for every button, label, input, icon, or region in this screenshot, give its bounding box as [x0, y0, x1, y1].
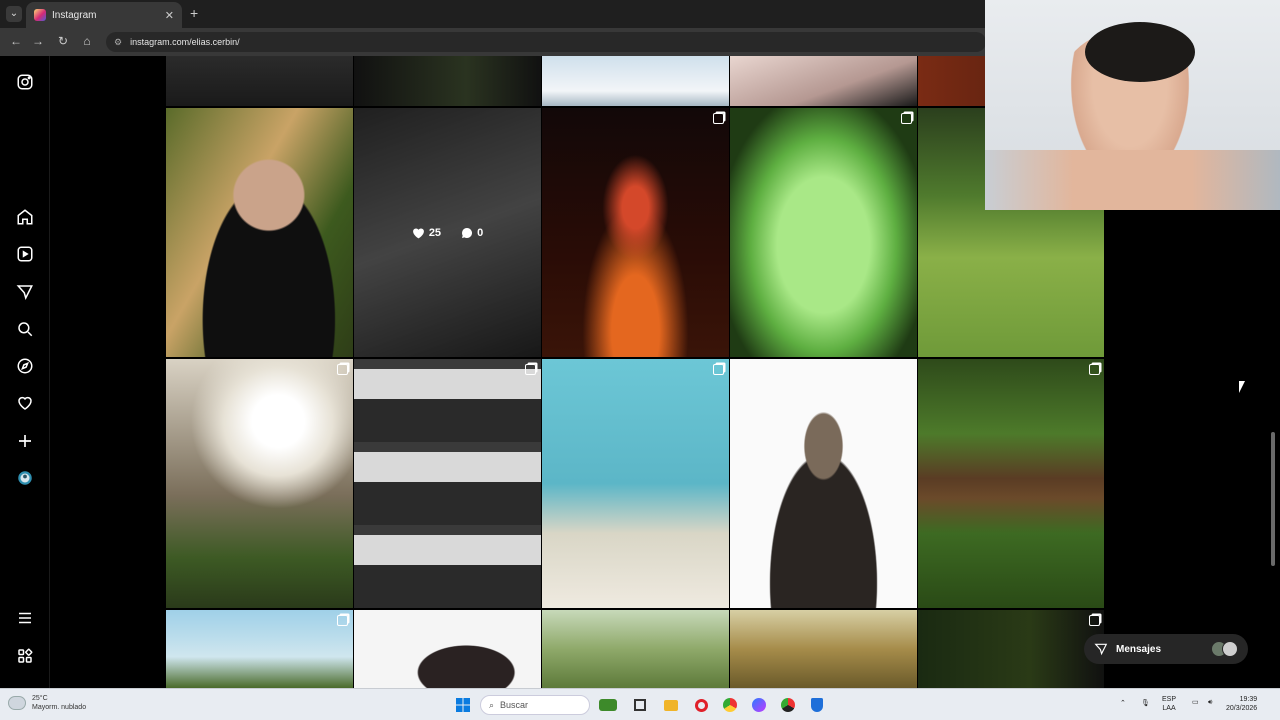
tab-search-menu-icon[interactable]: ⌄ — [6, 6, 22, 22]
windows-start-icon[interactable] — [455, 697, 471, 713]
microphone-icon[interactable]: 🎙︎ — [1141, 699, 1150, 708]
explore-icon[interactable] — [15, 356, 35, 376]
post-stats-overlay: 25 0 — [354, 108, 541, 357]
post-thumbnail-hovered[interactable]: 25 0 — [354, 108, 541, 357]
post-thumbnail[interactable] — [166, 108, 353, 357]
comments-count: 0 — [477, 226, 484, 239]
chrome-browser-icon[interactable] — [722, 697, 738, 713]
tab-title: Instagram — [52, 9, 97, 21]
reload-icon[interactable]: ↻ — [55, 34, 71, 48]
url-text: instagram.com/elias.cerbin/ — [130, 37, 240, 47]
comment-bubble-icon — [462, 227, 473, 238]
taskbar-search-placeholder: Buscar — [500, 700, 529, 710]
site-info-icon[interactable]: ⚙ — [114, 37, 122, 48]
post-thumbnail[interactable] — [354, 56, 541, 106]
home-icon[interactable]: ⌂ — [79, 34, 95, 48]
profile-posts-grid: 25 0 — [166, 56, 1104, 688]
carousel-icon — [1089, 364, 1100, 375]
lang-line1: ESP — [1162, 696, 1177, 703]
opera-browser-icon[interactable] — [693, 697, 709, 713]
weather-desc: Mayorm. nublado — [32, 704, 87, 711]
messenger-icon[interactable] — [751, 697, 767, 713]
post-thumbnail[interactable] — [730, 108, 917, 357]
tray-overflow-icon[interactable]: ⌃ — [1120, 699, 1126, 708]
file-explorer-icon[interactable] — [663, 697, 679, 713]
post-thumbnail[interactable] — [354, 610, 541, 688]
post-thumbnail[interactable] — [918, 359, 1104, 608]
post-thumbnail[interactable] — [542, 56, 729, 106]
carousel-icon — [1089, 615, 1100, 626]
post-thumbnail[interactable] — [730, 359, 917, 608]
page-scrollbar[interactable] — [1271, 432, 1275, 566]
carousel-icon — [713, 364, 724, 375]
widgets-icon[interactable] — [598, 697, 618, 713]
messages-button[interactable]: Mensajes — [1084, 634, 1248, 664]
create-plus-icon[interactable] — [15, 431, 35, 451]
webcam-person-hair — [1085, 22, 1195, 82]
post-thumbnail[interactable] — [730, 56, 917, 106]
weather-temp: 25°C — [32, 695, 48, 702]
post-thumbnail[interactable] — [166, 56, 353, 106]
cloud-icon — [8, 696, 26, 710]
mouse-cursor-icon — [1239, 381, 1251, 393]
post-thumbnail[interactable] — [918, 610, 1104, 688]
comments-stat: 0 — [461, 227, 483, 239]
likes-stat: 25 — [412, 227, 441, 239]
webcam-overlay — [985, 0, 1280, 210]
address-bar[interactable]: ⚙ instagram.com/elias.cerbin/ — [106, 32, 986, 52]
task-view-icon[interactable] — [632, 697, 648, 713]
direct-messages-icon[interactable] — [15, 282, 35, 302]
notifications-heart-icon[interactable] — [15, 393, 35, 413]
windows-taskbar: 25°C Mayorm. nublado ⌕ Buscar ⌃ 🎙︎ ESP L… — [0, 688, 1280, 720]
likes-count: 25 — [428, 226, 442, 239]
instagram-favicon-icon — [34, 9, 46, 21]
defender-shield-icon[interactable] — [809, 697, 825, 713]
like-heart-icon — [412, 227, 424, 238]
browser-tab[interactable]: Instagram ✕ — [26, 2, 182, 28]
clock[interactable]: 19:39 20/3/2026 — [1226, 695, 1257, 713]
webcam-person-shoulders — [985, 150, 1280, 210]
back-icon[interactable]: ← — [8, 34, 24, 48]
avatar — [1222, 641, 1238, 657]
post-thumbnail[interactable] — [166, 359, 353, 608]
carousel-icon — [337, 364, 348, 375]
post-thumbnail[interactable] — [542, 359, 729, 608]
clock-date: 20/3/2026 — [1226, 705, 1258, 712]
more-menu-icon[interactable] — [15, 608, 35, 628]
post-thumbnail[interactable] — [354, 359, 541, 608]
forward-icon[interactable]: → — [30, 34, 46, 48]
reels-icon[interactable] — [15, 244, 35, 264]
carousel-icon — [337, 615, 348, 626]
carousel-icon — [713, 113, 724, 124]
tab-close-icon[interactable]: ✕ — [165, 9, 174, 22]
clock-time: 19:39 — [1239, 696, 1258, 703]
chrome-profile-icon[interactable] — [780, 697, 796, 713]
weather-widget[interactable]: 25°C Mayorm. nublado — [8, 694, 86, 712]
volume-icon[interactable]: 🔊︎ — [1208, 698, 1212, 707]
lang-line2: LAA — [1162, 705, 1176, 712]
meta-apps-icon[interactable] — [15, 646, 35, 666]
profile-avatar[interactable] — [15, 468, 35, 488]
post-thumbnail[interactable] — [166, 610, 353, 688]
carousel-icon — [901, 113, 912, 124]
network-icon[interactable]: ▭ — [1192, 698, 1199, 707]
search-icon[interactable] — [15, 319, 35, 339]
empty-right-area — [1104, 210, 1280, 688]
home-icon[interactable] — [15, 207, 35, 227]
instagram-sidebar — [0, 56, 50, 688]
messages-label: Mensajes — [1116, 643, 1162, 655]
message-avatars — [1211, 641, 1238, 657]
search-icon: ⌕ — [489, 699, 495, 710]
post-thumbnail[interactable] — [542, 610, 729, 688]
instagram-logo-icon[interactable] — [15, 72, 35, 92]
language-indicator[interactable]: ESP LAA — [1162, 695, 1176, 713]
taskbar-search[interactable]: ⌕ Buscar — [480, 695, 590, 715]
direct-send-icon — [1094, 643, 1108, 656]
post-thumbnail[interactable] — [730, 610, 917, 688]
new-tab-icon[interactable]: + — [190, 5, 198, 21]
carousel-icon — [525, 364, 536, 375]
post-thumbnail[interactable] — [542, 108, 729, 357]
